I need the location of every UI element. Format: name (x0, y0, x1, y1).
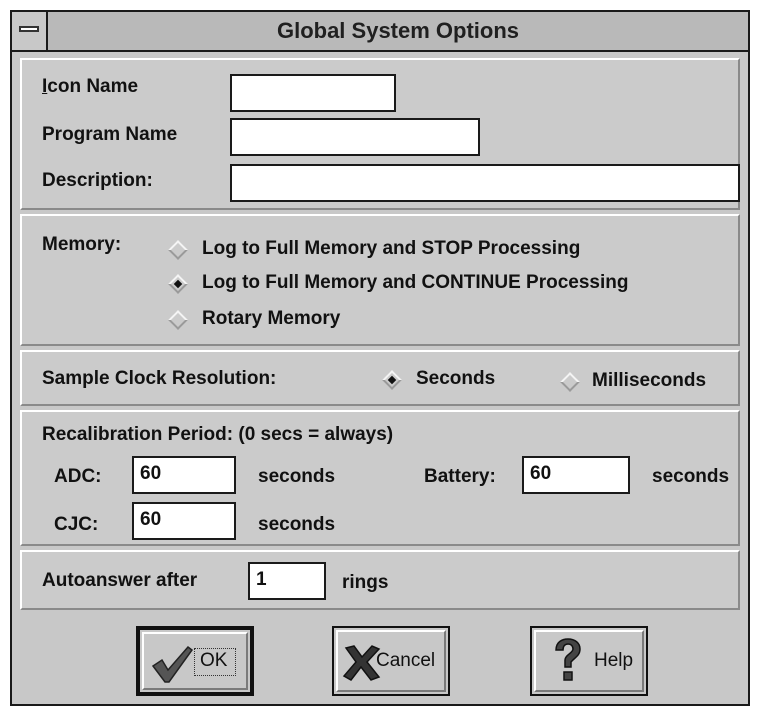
cjc-label: CJC: (54, 514, 99, 535)
adc-input[interactable]: 60 (132, 456, 236, 494)
clock-radio-milliseconds[interactable] (560, 372, 580, 392)
adc-unit: seconds (258, 466, 336, 487)
battery-label: Battery: (424, 466, 496, 487)
autoanswer-unit: rings (342, 572, 389, 593)
description-label: Description: (42, 170, 153, 191)
clock-option-seconds[interactable]: Seconds (416, 368, 495, 390)
battery-unit: seconds (652, 466, 730, 487)
recalibration-panel: Recalibration Period: (0 secs = always) … (20, 410, 740, 546)
global-system-options-dialog: Global System Options Icon Name Program … (10, 10, 750, 706)
memory-radio-rotary[interactable] (168, 310, 188, 330)
cancel-button-label: Cancel (376, 650, 436, 671)
help-button[interactable]: Help (530, 626, 648, 696)
question-mark-icon (555, 638, 581, 681)
clock-radio-seconds[interactable] (382, 370, 402, 390)
window-title: Global System Options (276, 18, 520, 43)
clock-option-milliseconds[interactable]: Milliseconds (592, 370, 706, 392)
identity-panel: Icon Name Program Name Description: (20, 58, 740, 210)
title-bar[interactable]: Global System Options (12, 12, 748, 52)
ok-button-label: OK (200, 650, 228, 671)
help-button-label: Help (594, 650, 634, 671)
checkmark-icon (151, 645, 194, 683)
system-menu-icon[interactable] (12, 12, 48, 50)
clock-resolution-label: Sample Clock Resolution: (42, 368, 277, 389)
program-name-input[interactable] (230, 118, 480, 156)
cjc-unit: seconds (258, 514, 336, 535)
memory-panel: Memory: Log to Full Memory and STOP Proc… (20, 214, 740, 346)
memory-option-rotary[interactable]: Rotary Memory (202, 308, 340, 330)
memory-option-stop[interactable]: Log to Full Memory and STOP Processing (202, 238, 580, 260)
autoanswer-rings-input[interactable]: 1 (248, 562, 326, 600)
recalibration-heading: Recalibration Period: (0 secs = always) (42, 424, 394, 445)
program-name-label: Program Name (42, 124, 178, 145)
ok-button[interactable]: OK (136, 626, 254, 696)
memory-label: Memory: (42, 234, 122, 255)
cjc-input[interactable]: 60 (132, 502, 236, 540)
memory-option-continue[interactable]: Log to Full Memory and CONTINUE Processi… (202, 272, 628, 294)
cancel-button[interactable]: Cancel (332, 626, 450, 696)
adc-label: ADC: (54, 466, 102, 487)
icon-name-label: Icon Name (42, 76, 139, 97)
battery-input[interactable]: 60 (522, 456, 630, 494)
memory-radio-stop[interactable] (168, 240, 188, 260)
clock-resolution-panel: Sample Clock Resolution: Seconds Millise… (20, 350, 740, 406)
autoanswer-label: Autoanswer after (42, 570, 198, 591)
autoanswer-panel: Autoanswer after 1 rings (20, 550, 740, 610)
memory-radio-continue[interactable] (168, 274, 188, 294)
icon-name-input[interactable] (230, 74, 396, 112)
description-input[interactable] (230, 164, 740, 202)
